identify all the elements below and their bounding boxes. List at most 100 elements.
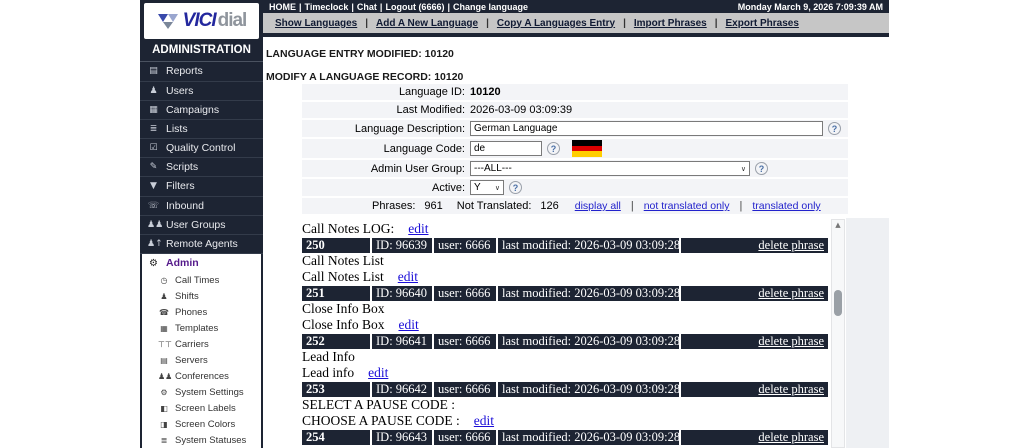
sidebar-subitem-carriers[interactable]: ⊤⊤ Carriers xyxy=(142,336,261,352)
sidebar-item-reports[interactable]: ▤ Reports xyxy=(140,62,263,81)
sidebar-item-scripts[interactable]: ✎ Scripts xyxy=(140,158,263,177)
add-new-language-link[interactable]: Add A New Language xyxy=(376,18,478,29)
chat-link[interactable]: Chat xyxy=(357,2,377,12)
edit-phrase-link[interactable]: edit xyxy=(398,269,418,284)
sidebar-subitem-call-times[interactable]: ◷ Call Times xyxy=(142,272,261,288)
sidebar-subitem-servers[interactable]: ▤ Servers xyxy=(142,352,261,368)
phrase-translated: Lead infoedit xyxy=(302,365,828,381)
sidebar-subitem-phones[interactable]: ☎ Phones xyxy=(142,304,261,320)
sidebar-item-user-groups[interactable]: ♟♟ User Groups xyxy=(140,216,263,235)
help-icon[interactable]: ? xyxy=(547,142,560,155)
sidebar-subitem-system-settings[interactable]: ⚙ System Settings xyxy=(142,384,261,400)
edit-phrase-link[interactable]: edit xyxy=(399,317,419,332)
sidebar-item-filters[interactable]: ▼ Filters xyxy=(140,177,263,196)
sidebar-item-admin[interactable]: ⚙ Admin xyxy=(142,254,261,272)
sidebar-item-label: Filters xyxy=(166,180,195,192)
language-description-input[interactable] xyxy=(470,121,823,136)
phrase-header-row: 254 ID: 96643 user: 6666 last modified: … xyxy=(302,430,828,445)
phrase-translated-partial: Call Notes LOG:edit xyxy=(302,221,828,237)
campaigns-icon: ▦ xyxy=(147,105,160,115)
inbound-icon: ☏ xyxy=(147,201,160,211)
phrase-header-row: 252 ID: 96641 user: 6666 last modified: … xyxy=(302,334,828,349)
sidebar-subitem-shifts[interactable]: ♟ Shifts xyxy=(142,288,261,304)
home-link[interactable]: HOME xyxy=(269,2,296,12)
sidebar-item-inbound[interactable]: ☏ Inbound xyxy=(140,197,263,216)
display-all-link[interactable]: display all xyxy=(575,200,621,212)
top-bar-menu: HOME|Timeclock|Chat|Logout (6666)|Change… xyxy=(269,2,528,12)
phrase-translated: CHOOSE A PAUSE CODE :edit xyxy=(302,413,828,429)
right-margin-strip xyxy=(846,218,889,448)
sidebar-subitem-screen-colors[interactable]: ◨ Screen Colors xyxy=(142,416,261,432)
sidebar: VICIdial ADMINISTRATION ▤ Reports ♟ User… xyxy=(140,0,263,448)
logo-text-dial: dial xyxy=(218,10,247,32)
export-phrases-link[interactable]: Export Phrases xyxy=(726,18,799,29)
timeclock-link[interactable]: Timeclock xyxy=(305,2,349,12)
not-translated-only-link[interactable]: not translated only xyxy=(644,200,730,212)
form-row-language-id: Language ID: 10120 xyxy=(302,84,848,100)
phrase-list-scrollbar[interactable]: ▲ xyxy=(831,219,845,448)
sidebar-item-label: Quality Control xyxy=(166,142,235,154)
translated-only-link[interactable]: translated only xyxy=(752,200,820,212)
shifts-icon: ♟ xyxy=(158,292,170,301)
quality-control-icon: ☑ xyxy=(147,143,160,153)
help-icon[interactable]: ? xyxy=(755,162,768,175)
language-id-value: 10120 xyxy=(470,86,501,98)
import-phrases-link[interactable]: Import Phrases xyxy=(634,18,707,29)
delete-phrase-link[interactable]: delete phrase xyxy=(758,286,824,300)
users-icon: ♟ xyxy=(147,86,160,96)
sidebar-item-remote-agents[interactable]: ♟↑ Remote Agents xyxy=(140,235,263,254)
sidebar-item-label: Inbound xyxy=(166,200,204,212)
phrases-count: 961 xyxy=(424,200,442,212)
admin-gear-icon: ⚙ xyxy=(147,258,160,269)
delete-phrase-link[interactable]: delete phrase xyxy=(758,382,824,396)
carriers-icon: ⊤⊤ xyxy=(158,340,170,349)
phrase-original: Close Info Box xyxy=(302,301,828,317)
admin-user-group-select[interactable]: ---ALL--- ∨ xyxy=(470,161,750,176)
phrases-summary-row: Phrases: 961 Not Translated: 126 display… xyxy=(302,198,848,214)
sidebar-item-users[interactable]: ♟ Users xyxy=(140,82,263,101)
system-settings-icon: ⚙ xyxy=(158,388,170,397)
delete-phrase-link[interactable]: delete phrase xyxy=(758,334,824,348)
sidebar-item-lists[interactable]: ≣ Lists xyxy=(140,120,263,139)
logout-link[interactable]: Logout (6666) xyxy=(385,2,444,12)
sidebar-item-label: Scripts xyxy=(166,161,198,173)
edit-phrase-link[interactable]: edit xyxy=(408,221,428,236)
templates-icon: ▦ xyxy=(158,324,170,333)
edit-phrase-link[interactable]: edit xyxy=(474,413,494,428)
scrollbar-thumb[interactable] xyxy=(834,290,842,316)
language-code-input[interactable] xyxy=(470,141,542,156)
vicidial-logo[interactable]: VICIdial xyxy=(144,3,259,39)
sidebar-subitem-screen-labels[interactable]: ◧ Screen Labels xyxy=(142,400,261,416)
scroll-up-icon[interactable]: ▲ xyxy=(832,220,844,230)
edit-phrase-link[interactable]: edit xyxy=(368,365,388,380)
delete-phrase-link[interactable]: delete phrase xyxy=(758,238,824,252)
sidebar-subitem-system-statuses[interactable]: ≣ System Statuses xyxy=(142,432,261,448)
vicidial-admin-page: VICIdial ADMINISTRATION ▤ Reports ♟ User… xyxy=(0,0,1024,448)
phrase-list: Call Notes LOG:edit 250 ID: 96639 user: … xyxy=(302,221,828,445)
user-groups-icon: ♟♟ xyxy=(147,220,160,230)
sidebar-item-label: User Groups xyxy=(166,219,226,231)
phrase-original: Call Notes List xyxy=(302,253,828,269)
call-times-icon: ◷ xyxy=(158,276,170,285)
german-flag-icon xyxy=(572,140,602,157)
sidebar-item-campaigns[interactable]: ▦ Campaigns xyxy=(140,101,263,120)
change-language-link[interactable]: Change language xyxy=(453,2,528,12)
show-languages-link[interactable]: Show Languages xyxy=(275,18,357,29)
sidebar-item-label: Admin xyxy=(166,257,199,269)
form-row-language-code: Language Code: ? xyxy=(302,139,848,158)
delete-phrase-link[interactable]: delete phrase xyxy=(758,430,824,444)
form-row-language-description: Language Description: ? xyxy=(302,120,848,137)
language-record-form: Language ID: 10120 Last Modified: 2026-0… xyxy=(302,84,848,216)
copy-languages-entry-link[interactable]: Copy A Languages Entry xyxy=(497,18,615,29)
sidebar-subitem-conferences[interactable]: ♟♟ Conferences xyxy=(142,368,261,384)
sidebar-item-quality-control[interactable]: ☑ Quality Control xyxy=(140,139,263,158)
sidebar-item-label: Reports xyxy=(166,65,203,77)
sidebar-item-label: Remote Agents xyxy=(166,238,238,250)
help-icon[interactable]: ? xyxy=(828,122,841,135)
help-icon[interactable]: ? xyxy=(509,181,522,194)
top-bar: HOME|Timeclock|Chat|Logout (6666)|Change… xyxy=(263,0,889,13)
phrase-header-row: 250 ID: 96639 user: 6666 last modified: … xyxy=(302,238,828,253)
servers-icon: ▤ xyxy=(158,356,170,365)
sidebar-subitem-templates[interactable]: ▦ Templates xyxy=(142,320,261,336)
active-select[interactable]: Y ∨ xyxy=(470,180,504,195)
